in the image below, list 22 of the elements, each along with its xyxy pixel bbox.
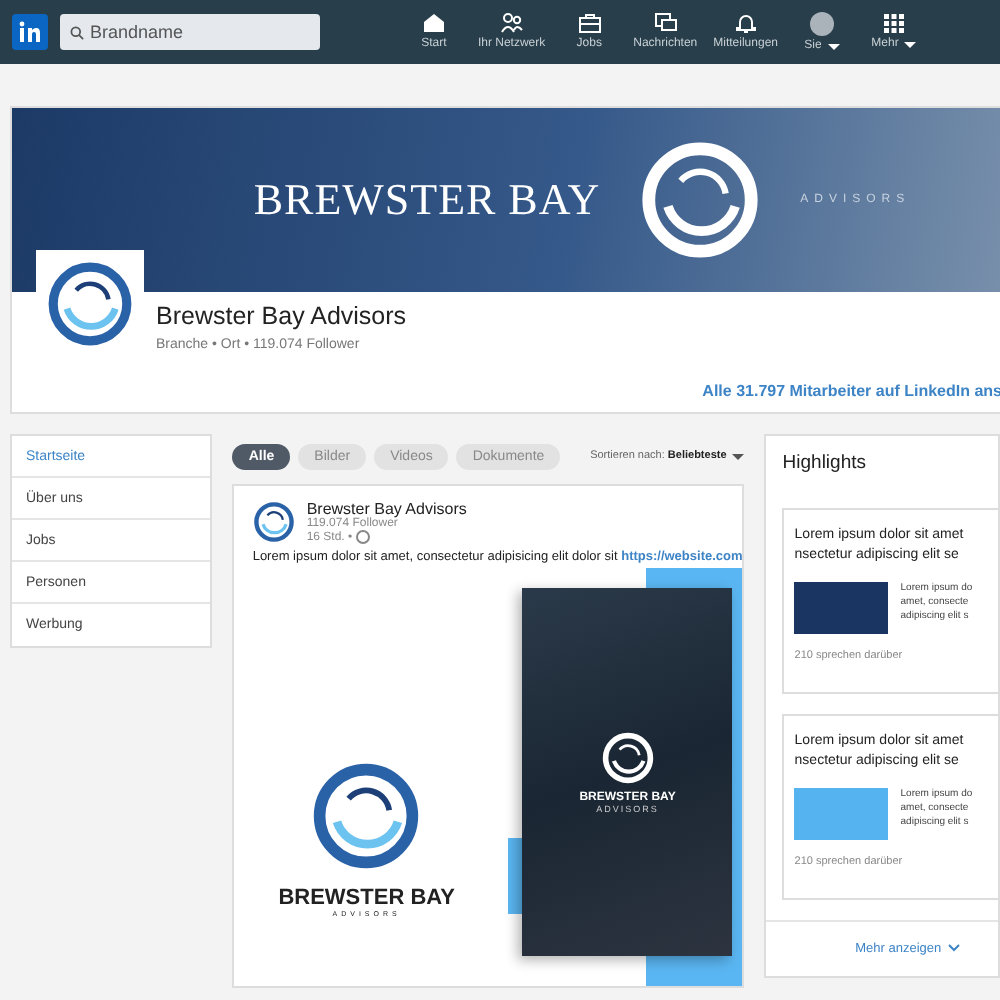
bell-icon	[733, 12, 758, 34]
search-field[interactable]: Brandname	[60, 14, 320, 50]
caret-icon	[904, 41, 917, 47]
banner-brand-text: BREWSTER BAY	[253, 174, 601, 226]
chevron-down-icon	[947, 944, 960, 952]
image-brand-text: BREWSTER BAY	[278, 886, 455, 910]
jobs-icon	[577, 12, 602, 34]
caret-icon	[827, 43, 840, 49]
messages-icon	[653, 12, 678, 34]
globe-icon	[356, 530, 371, 544]
home-icon	[421, 12, 446, 34]
highlights-title: Highlights	[780, 450, 868, 478]
search-icon	[70, 25, 84, 39]
grid-icon	[882, 12, 906, 34]
company-name: Brewster Bay Advisors	[156, 302, 409, 330]
logo-icon[interactable]	[12, 14, 48, 50]
avatar-icon	[810, 12, 834, 36]
swirl-logo-icon	[599, 730, 656, 786]
caret-icon	[732, 453, 745, 459]
network-icon	[499, 12, 524, 34]
author-logo-icon	[252, 500, 297, 544]
post-author: Brewster Bay Advisors	[306, 500, 467, 518]
